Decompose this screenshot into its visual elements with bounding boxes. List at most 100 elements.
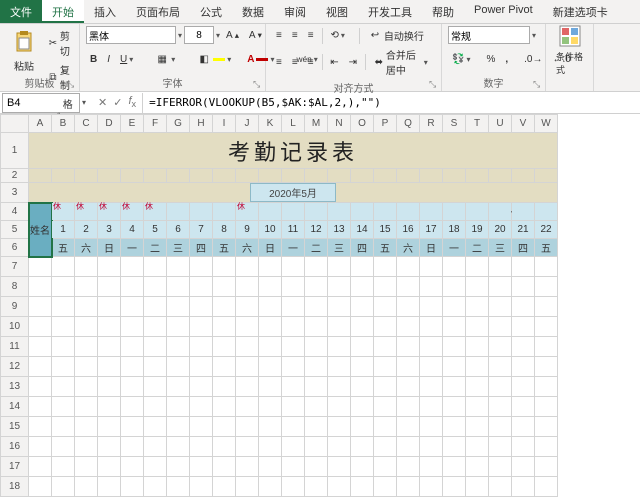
cell[interactable] bbox=[374, 257, 397, 277]
cell[interactable] bbox=[259, 417, 282, 437]
border-button[interactable]: ▦▾ bbox=[151, 50, 185, 68]
cell[interactable] bbox=[397, 457, 420, 477]
cell[interactable] bbox=[397, 277, 420, 297]
cell[interactable] bbox=[98, 297, 121, 317]
cell[interactable] bbox=[144, 397, 167, 417]
cell[interactable] bbox=[420, 169, 443, 183]
cell[interactable] bbox=[213, 417, 236, 437]
underline-button[interactable]: U▾ bbox=[116, 52, 143, 67]
chevron-down-icon[interactable]: ▾ bbox=[532, 31, 539, 40]
cell[interactable] bbox=[420, 397, 443, 417]
cell[interactable] bbox=[374, 437, 397, 457]
cell[interactable] bbox=[374, 203, 397, 221]
cell[interactable] bbox=[351, 297, 374, 317]
cell[interactable] bbox=[282, 397, 305, 417]
cell[interactable] bbox=[29, 357, 52, 377]
align-top-button[interactable]: ≡ bbox=[272, 28, 286, 43]
tab-insert[interactable]: 插入 bbox=[84, 0, 126, 23]
row-header[interactable]: 17 bbox=[1, 457, 29, 477]
cell[interactable] bbox=[397, 417, 420, 437]
cell[interactable] bbox=[29, 257, 52, 277]
row-header[interactable]: 15 bbox=[1, 417, 29, 437]
cell[interactable] bbox=[466, 377, 489, 397]
cell[interactable] bbox=[420, 257, 443, 277]
row-header[interactable]: 12 bbox=[1, 357, 29, 377]
cell[interactable] bbox=[420, 377, 443, 397]
row-header[interactable]: 1 bbox=[1, 133, 29, 169]
cell[interactable] bbox=[397, 257, 420, 277]
cell[interactable] bbox=[98, 257, 121, 277]
cell[interactable] bbox=[121, 437, 144, 457]
cell[interactable] bbox=[466, 357, 489, 377]
cell[interactable] bbox=[282, 457, 305, 477]
cell[interactable] bbox=[512, 377, 535, 397]
cell[interactable] bbox=[466, 169, 489, 183]
cell[interactable] bbox=[420, 437, 443, 457]
cell[interactable] bbox=[351, 377, 374, 397]
weekday-header[interactable]: 一 bbox=[443, 239, 466, 257]
cell[interactable] bbox=[259, 397, 282, 417]
cell[interactable] bbox=[190, 169, 213, 183]
tab-data[interactable]: 数据 bbox=[232, 0, 274, 23]
cell[interactable] bbox=[466, 317, 489, 337]
cell[interactable] bbox=[98, 277, 121, 297]
cell[interactable] bbox=[29, 317, 52, 337]
tab-view[interactable]: 视图 bbox=[316, 0, 358, 23]
cell[interactable] bbox=[213, 357, 236, 377]
cell[interactable] bbox=[121, 377, 144, 397]
increase-indent-button[interactable]: ⇥ bbox=[345, 55, 361, 70]
currency-button[interactable]: 💱▾ bbox=[448, 52, 480, 67]
day-header[interactable]: 1 bbox=[52, 221, 75, 239]
cell[interactable] bbox=[75, 457, 98, 477]
cell[interactable] bbox=[535, 377, 558, 397]
weekday-header[interactable]: 三 bbox=[328, 239, 351, 257]
cell[interactable]: 休 bbox=[52, 203, 75, 221]
cell[interactable] bbox=[236, 337, 259, 357]
cell[interactable] bbox=[305, 257, 328, 277]
cell[interactable] bbox=[282, 277, 305, 297]
col-header[interactable]: M bbox=[305, 115, 328, 133]
col-header[interactable]: S bbox=[443, 115, 466, 133]
cell[interactable] bbox=[351, 417, 374, 437]
cell[interactable] bbox=[535, 397, 558, 417]
row-header[interactable]: 4 bbox=[1, 203, 29, 221]
cell[interactable] bbox=[535, 169, 558, 183]
cell[interactable] bbox=[121, 397, 144, 417]
cell[interactable] bbox=[236, 397, 259, 417]
cell[interactable] bbox=[420, 417, 443, 437]
col-header[interactable]: Q bbox=[397, 115, 420, 133]
cell[interactable] bbox=[98, 397, 121, 417]
cell[interactable] bbox=[489, 437, 512, 457]
cell[interactable] bbox=[144, 257, 167, 277]
cell[interactable] bbox=[213, 337, 236, 357]
row-header[interactable]: 7 bbox=[1, 257, 29, 277]
cell[interactable] bbox=[466, 337, 489, 357]
weekday-header[interactable]: 三 bbox=[167, 239, 190, 257]
cell[interactable] bbox=[52, 457, 75, 477]
cell[interactable] bbox=[190, 457, 213, 477]
cell[interactable] bbox=[282, 477, 305, 497]
select-all-corner[interactable] bbox=[1, 115, 29, 133]
cell[interactable] bbox=[52, 397, 75, 417]
cell[interactable] bbox=[75, 317, 98, 337]
day-header[interactable]: 12 bbox=[305, 221, 328, 239]
cell[interactable] bbox=[397, 477, 420, 497]
cell[interactable] bbox=[397, 297, 420, 317]
cell[interactable] bbox=[236, 317, 259, 337]
cell[interactable] bbox=[167, 277, 190, 297]
cell[interactable] bbox=[535, 357, 558, 377]
cell[interactable] bbox=[443, 337, 466, 357]
day-header[interactable]: 5 bbox=[144, 221, 167, 239]
cell[interactable] bbox=[75, 377, 98, 397]
day-header[interactable]: 22 bbox=[535, 221, 558, 239]
day-header[interactable]: 13 bbox=[328, 221, 351, 239]
tab-file[interactable]: 文件 bbox=[0, 0, 42, 23]
increase-font-button[interactable]: A▴ bbox=[222, 28, 243, 43]
row-header[interactable]: 5 bbox=[1, 221, 29, 239]
cell[interactable] bbox=[190, 437, 213, 457]
conditional-formatting-button[interactable]: 条件格式 bbox=[552, 26, 587, 74]
cell[interactable] bbox=[512, 337, 535, 357]
cell[interactable] bbox=[351, 203, 374, 221]
cell[interactable] bbox=[466, 437, 489, 457]
weekday-header[interactable]: 日 bbox=[420, 239, 443, 257]
